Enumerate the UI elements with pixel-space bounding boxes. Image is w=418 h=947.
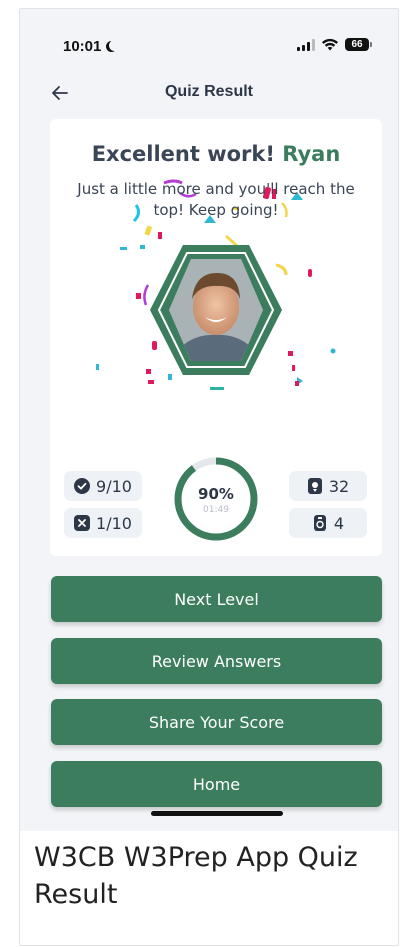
medal-icon [307, 478, 322, 494]
wrong-count: 1/10 [96, 513, 132, 533]
coins-stat: 4 [289, 508, 367, 538]
next-level-button[interactable]: Next Level [51, 576, 382, 622]
screenshot-frame: 10:01 66 Quiz Result Excellent work! Rya… [19, 8, 399, 946]
check-icon [74, 478, 91, 494]
moon-icon [109, 40, 120, 51]
headline-text: Excellent work! [91, 142, 283, 166]
result-headline: Excellent work! Ryan [50, 142, 382, 166]
battery-icon: 66 [345, 38, 372, 51]
status-icons: 66 [297, 38, 372, 51]
elapsed-time: 01:49 [203, 505, 229, 515]
home-button[interactable]: Home [51, 761, 382, 807]
avatar [145, 243, 287, 377]
review-answers-button[interactable]: Review Answers [51, 638, 382, 684]
status-time: 10:01 [63, 38, 117, 55]
status-bar: 10:01 66 [20, 9, 398, 73]
wrong-answers-stat: 1/10 [64, 508, 142, 538]
result-card: Excellent work! Ryan Just a little more … [50, 119, 382, 556]
x-mark-icon [74, 515, 91, 531]
correct-count: 9/10 [96, 476, 132, 496]
correct-answers-stat: 9/10 [64, 471, 142, 501]
score-percent: 90% [198, 485, 234, 503]
battery-level: 66 [345, 38, 369, 51]
share-score-button[interactable]: Share Your Score [51, 699, 382, 745]
coin-bag-icon [313, 515, 326, 531]
points-count: 32 [328, 476, 350, 496]
page-title: Quiz Result [164, 83, 253, 100]
result-message: Just a little more and you'll reach the … [77, 180, 355, 219]
status-time-text: 10:01 [63, 38, 102, 55]
screenshot-caption: W3CB W3Prep App Quiz Result [34, 842, 358, 910]
user-name: Ryan [282, 142, 341, 166]
app-header: Quiz Result [20, 73, 398, 113]
coins-count: 4 [333, 513, 345, 533]
signal-icon [297, 38, 315, 51]
home-indicator[interactable] [151, 811, 283, 816]
wifi-icon [322, 38, 338, 51]
points-stat: 32 [289, 471, 367, 501]
phone-screen: 10:01 66 Quiz Result Excellent work! Rya… [20, 9, 398, 831]
score-progress-ring: 90% 01:49 [172, 455, 260, 543]
user-avatar-photo [150, 245, 282, 375]
